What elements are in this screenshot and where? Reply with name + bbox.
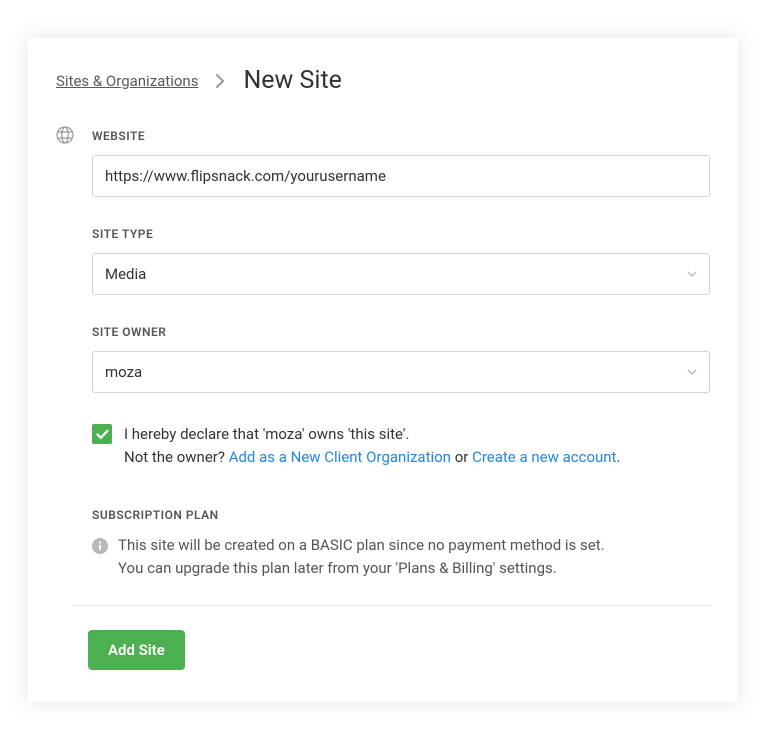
website-input[interactable] <box>92 155 710 197</box>
ownership-row: I hereby declare that 'moza' owns 'this … <box>28 423 738 468</box>
caret-down-icon <box>687 269 697 280</box>
caret-down-icon <box>687 367 697 378</box>
create-account-link[interactable]: Create a new account <box>472 448 616 466</box>
subscription-plan-section: SUBSCRIPTION PLAN This site will be crea… <box>28 508 738 579</box>
ownership-checkbox[interactable] <box>92 424 112 444</box>
not-owner-prefix: Not the owner? <box>124 448 229 466</box>
add-client-org-link[interactable]: Add as a New Client Organization <box>229 448 451 466</box>
site-owner-select[interactable]: moza <box>92 351 710 393</box>
footer: Add Site <box>28 630 738 670</box>
site-owner-section: SITE OWNER moza <box>28 325 738 393</box>
plan-line-2: You can upgrade this plan later from you… <box>118 557 710 580</box>
breadcrumb: Sites & Organizations New Site <box>28 66 738 95</box>
globe-icon <box>56 126 74 148</box>
divider <box>74 605 710 606</box>
website-label: WEBSITE <box>92 129 710 143</box>
page-title: New Site <box>243 66 341 95</box>
chevron-right-icon <box>216 74 225 88</box>
subscription-plan-label: SUBSCRIPTION PLAN <box>92 508 710 522</box>
website-section: WEBSITE <box>28 129 738 197</box>
plan-line-1: This site will be created on a BASIC pla… <box>118 534 710 557</box>
ownership-text: I hereby declare that 'moza' owns 'this … <box>124 423 620 468</box>
site-type-section: SITE TYPE Media <box>28 227 738 295</box>
site-owner-value: moza <box>105 363 142 381</box>
info-icon <box>92 538 108 558</box>
site-type-value: Media <box>105 265 146 283</box>
add-site-button[interactable]: Add Site <box>88 630 185 670</box>
breadcrumb-parent-link[interactable]: Sites & Organizations <box>56 72 198 90</box>
site-owner-label: SITE OWNER <box>92 325 710 339</box>
or-text: or <box>451 448 472 466</box>
ownership-suffix: . <box>616 448 620 466</box>
site-type-select[interactable]: Media <box>92 253 710 295</box>
new-site-card: Sites & Organizations New Site WEBSITE S… <box>28 38 738 702</box>
site-type-label: SITE TYPE <box>92 227 710 241</box>
ownership-declare: I hereby declare that 'moza' owns 'this … <box>124 425 409 443</box>
